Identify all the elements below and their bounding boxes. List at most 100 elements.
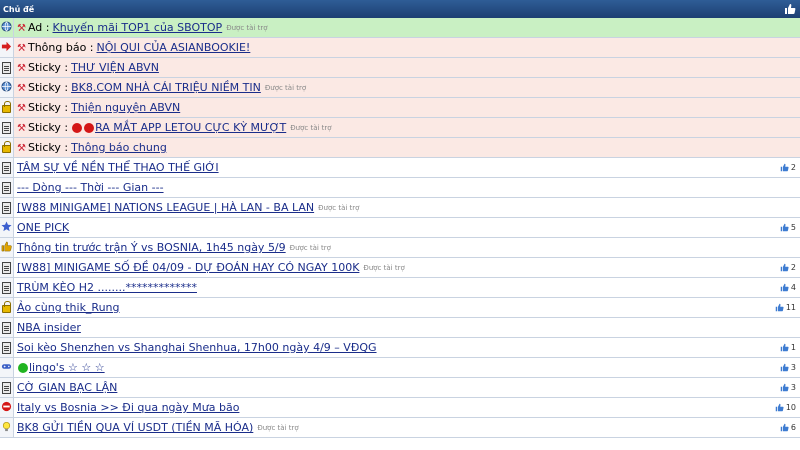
doc-icon [2, 341, 11, 354]
thread-prefix: ⚒ Sticky : [17, 61, 68, 74]
sponsored-label: Được tài trợ [318, 203, 360, 212]
thread-row: ⚒ Sticky : Thông báo chung [0, 138, 800, 158]
thread-title-link[interactable]: Soi kèo Shenzhen vs Shanghai Shenhua, 17… [17, 341, 377, 354]
doc-icon [2, 121, 11, 134]
sponsored-label: Được tài trợ [289, 243, 331, 252]
thread-title-link[interactable]: BK8.COM NHÀ CÁI TRIỆU NIỀM TIN [71, 81, 261, 94]
globe-icon [1, 80, 12, 95]
thread-body: ⚒ Sticky : THƯ VIỆN ABVN [14, 58, 800, 77]
thread-body: Italy vs Bosnia >> Đi qua ngày Mưa bão 10 [14, 398, 800, 417]
thread-title-link[interactable]: ONE PICK [17, 221, 69, 234]
bulb-icon [1, 421, 12, 435]
emoji-icon [18, 362, 28, 373]
like-count[interactable]: 2 [780, 263, 800, 272]
like-count[interactable]: 11 [775, 303, 800, 312]
thread-body: lingo's ☆ ☆ ☆ 3 [14, 358, 800, 377]
thread-title-link[interactable]: BK8 GỬI TIỀN QUA VÍ USDT (TIỀN MÃ HÓA) [17, 421, 253, 434]
emoji-icon [84, 122, 95, 133]
thumb-icon [1, 241, 12, 255]
thread-prefix: ⚒ Ad : [17, 21, 50, 34]
thread-body: NBA insider [14, 318, 800, 337]
pin-icon: ⚒ [17, 23, 26, 34]
thread-body: BK8 GỬI TIỀN QUA VÍ USDT (TIỀN MÃ HÓA) Đư… [14, 418, 800, 437]
pin-icon: ⚒ [17, 63, 26, 74]
like-count-value: 6 [790, 423, 796, 432]
sponsored-label: Được tài trợ [264, 83, 307, 92]
thread-body: ⚒ Sticky : Thiện nguyện ABVN [14, 98, 800, 117]
thread-title-link[interactable]: NBA insider [17, 321, 81, 334]
pin-icon: ⚒ [17, 143, 26, 154]
like-count[interactable]: 5 [780, 223, 800, 232]
like-count[interactable]: 4 [780, 283, 800, 292]
like-icon[interactable] [784, 3, 796, 15]
thread-title-link[interactable]: Thiện nguyện ABVN [71, 101, 180, 114]
thread-title-link[interactable]: Italy vs Bosnia >> Đi qua ngày Mưa bão [17, 401, 239, 414]
thread-body: TÂM SỰ VỀ NỀN THỂ THAO THẾ GIỚI 2 [14, 158, 800, 177]
thread-title-link[interactable]: Ảo cùng thik_Rung [17, 301, 120, 314]
thread-prefix-label: Sticky : [27, 141, 69, 154]
thread-title-link[interactable]: [W88] MINIGAME SỐ ĐỀ 04/09 - DỰ ĐOÁN HAY… [17, 261, 359, 274]
thread-prefix-label: Sticky : [27, 81, 69, 94]
thread-title-link[interactable]: lingo's ☆ ☆ ☆ [29, 361, 105, 374]
thread-row: ⚒ Sticky : THƯ VIỆN ABVN [0, 58, 800, 78]
thumbs-up-icon [780, 423, 789, 432]
like-count[interactable]: 2 [780, 163, 800, 172]
thread-title-link[interactable]: Thông báo chung [71, 141, 167, 154]
thread-status-cell [0, 38, 14, 57]
lock-icon [2, 141, 11, 153]
thread-status-cell [0, 78, 14, 97]
thread-body: Ảo cùng thik_Rung 11 [14, 298, 800, 317]
thread-title-link[interactable]: TRÙM KÈO H2 ........************* [17, 281, 197, 294]
thread-row: ⚒ Sticky : BK8.COM NHÀ CÁI TRIỆU NIỀM TIN Đ… [0, 78, 800, 98]
doc-icon [2, 181, 11, 194]
arrow-right-icon [1, 41, 12, 55]
thread-title-link[interactable]: [W88 MINIGAME] NATIONS LEAGUE | HÀ LAN -… [17, 201, 314, 214]
sponsored-label: Được tài trợ [290, 123, 332, 132]
doc-icon [2, 281, 11, 294]
thread-title-link[interactable]: Khuyến mãi TOP1 của SBOTOP [53, 21, 223, 34]
thread-status-cell [0, 338, 14, 357]
thumbs-up-icon [780, 163, 789, 172]
thread-title-link[interactable]: --- Dòng --- Thời --- Gian --- [17, 181, 164, 194]
like-count[interactable]: 6 [780, 423, 800, 432]
thread-title-link[interactable]: RA MẮT APP LETOU CỰC KỲ MƯỢT [95, 121, 286, 134]
thread-title-link[interactable]: Thông tin trước trận Ý vs BOSNIA, 1h45 n… [17, 241, 286, 254]
thread-row: Thông tin trước trận Ý vs BOSNIA, 1h45 n… [0, 238, 800, 258]
thread-body: Thông tin trước trận Ý vs BOSNIA, 1h45 n… [14, 238, 800, 257]
thread-status-cell [0, 218, 14, 237]
sponsored-label: Được tài trợ [363, 263, 405, 272]
thread-row: ⚒ Thông báo : NỘI QUI CỦA ASIANBOOKIE! [0, 38, 800, 58]
thread-status-cell [0, 58, 14, 77]
thread-status-cell [0, 158, 14, 177]
thread-list: ⚒ Ad : Khuyến mãi TOP1 của SBOTOP Được tài … [0, 18, 800, 438]
doc-icon [2, 201, 11, 214]
thread-list-header: Chủ đề [0, 0, 800, 18]
thread-row: [W88 MINIGAME] NATIONS LEAGUE | HÀ LAN -… [0, 198, 800, 218]
thread-row: lingo's ☆ ☆ ☆ 3 [0, 358, 800, 378]
thread-status-cell [0, 178, 14, 197]
thread-row: Ảo cùng thik_Rung 11 [0, 298, 800, 318]
star-icon [1, 220, 12, 235]
like-count[interactable]: 1 [780, 343, 800, 352]
thread-row: ⚒ Sticky : RA MẮT APP LETOU CỰC KỲ MƯỢT Đượ… [0, 118, 800, 138]
thread-title-link[interactable]: CỜ GIAN BẠC LẬN [17, 381, 117, 394]
like-count-value: 4 [790, 283, 796, 292]
like-count[interactable]: 3 [780, 363, 800, 372]
thread-status-cell [0, 18, 14, 37]
thumbs-up-icon [780, 223, 789, 232]
like-count[interactable]: 3 [780, 383, 800, 392]
thread-status-cell [0, 418, 14, 437]
thread-row: ⚒ Ad : Khuyến mãi TOP1 của SBOTOP Được tài … [0, 18, 800, 38]
thread-status-cell [0, 238, 14, 257]
thread-title-link[interactable]: NỘI QUI CỦA ASIANBOOKIE! [97, 41, 251, 54]
doc-icon [2, 161, 11, 174]
thread-body: [W88] MINIGAME SỐ ĐỀ 04/09 - DỰ ĐOÁN HAY… [14, 258, 800, 277]
thread-title-link[interactable]: TÂM SỰ VỀ NỀN THỂ THAO THẾ GIỚI [17, 161, 219, 174]
gamepad-icon [1, 361, 12, 375]
doc-icon [2, 381, 11, 394]
thumbs-up-icon [780, 363, 789, 372]
thread-status-cell [0, 278, 14, 297]
thread-title-link[interactable]: THƯ VIỆN ABVN [71, 61, 159, 74]
like-count-value: 3 [790, 363, 796, 372]
like-count[interactable]: 10 [775, 403, 800, 412]
